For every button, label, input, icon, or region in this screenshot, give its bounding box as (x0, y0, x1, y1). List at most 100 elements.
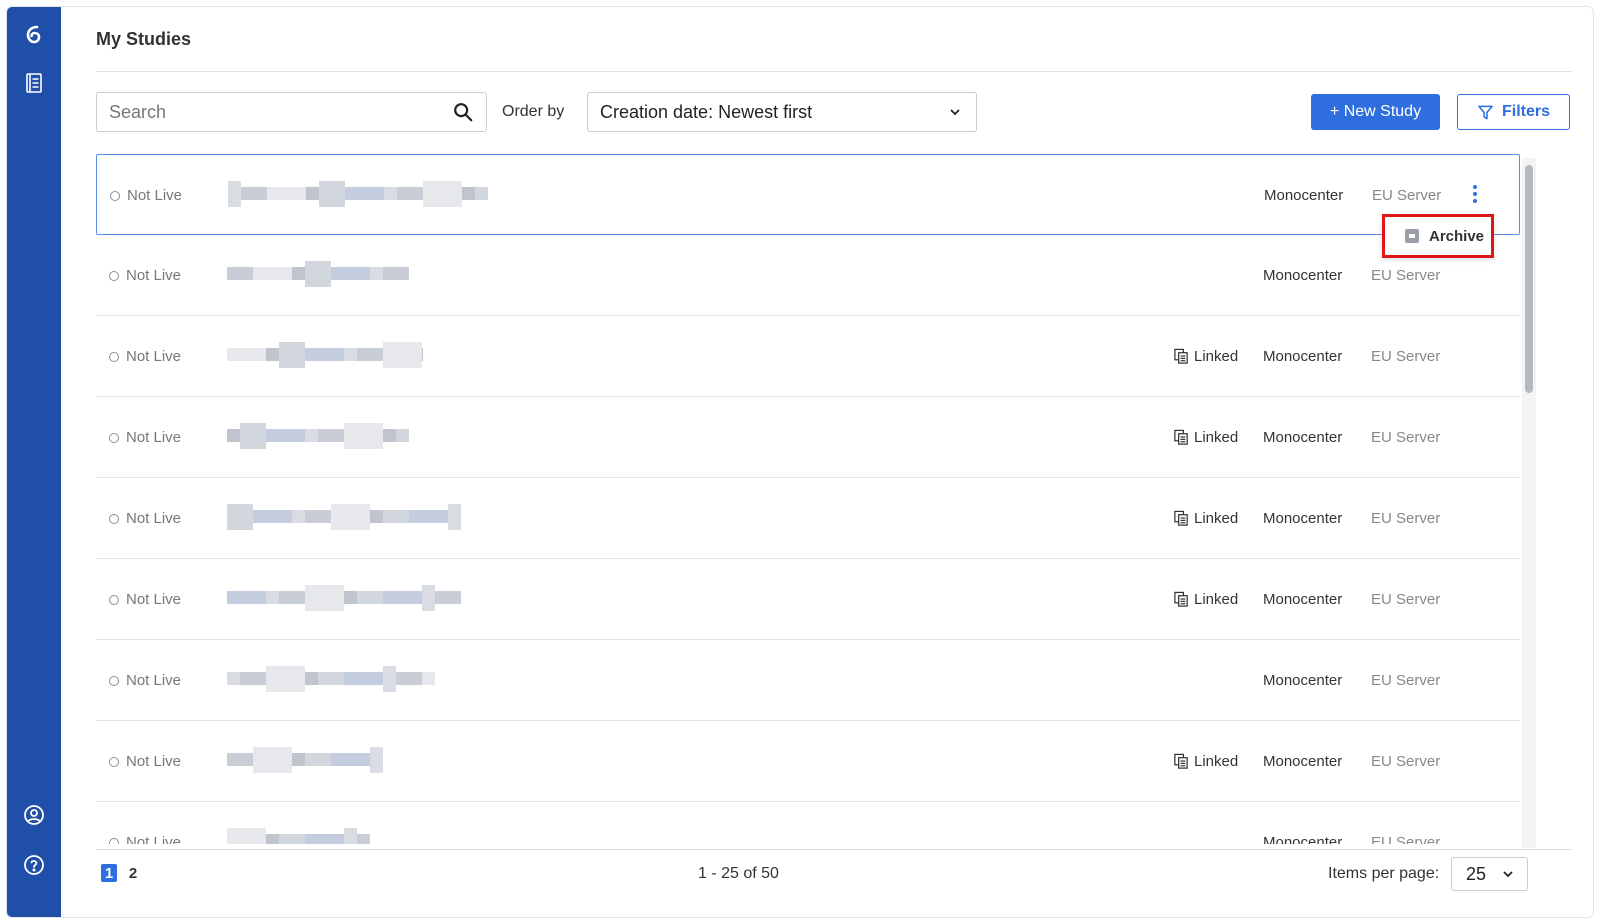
search-box[interactable] (96, 92, 487, 132)
linked-icon (1174, 429, 1188, 445)
user-circle-icon[interactable] (20, 801, 48, 829)
status-label: Not Live (109, 753, 181, 770)
table-row[interactable]: Not Live Linked Monocenter EU Server (96, 721, 1520, 802)
status-text: Not Live (126, 267, 182, 284)
linked-badge: Linked (1173, 348, 1238, 365)
study-name-redacted[interactable] (227, 423, 409, 451)
status-text: Not Live (126, 672, 182, 689)
sidebar (7, 7, 61, 917)
status-dot-icon (109, 513, 119, 524)
study-name-redacted[interactable] (227, 666, 435, 694)
server-label: EU Server (1371, 510, 1441, 527)
status-text: Not Live (126, 510, 182, 527)
page-button-2[interactable]: 2 (125, 864, 141, 882)
linked-badge: Linked (1173, 591, 1238, 608)
linked-icon (1174, 591, 1188, 607)
linked-text: Linked (1194, 591, 1239, 608)
status-text: Not Live (127, 187, 183, 204)
new-study-button[interactable]: + New Study (1311, 94, 1440, 130)
archive-menu-item[interactable]: Archive (1382, 214, 1494, 258)
table-row[interactable]: Not Live Linked Monocenter EU Server (96, 397, 1520, 478)
center-type: Monocenter (1264, 187, 1344, 204)
study-name-redacted[interactable] (228, 181, 488, 209)
items-per-page-label: Items per page: (1328, 865, 1440, 882)
status-text: Not Live (126, 348, 182, 365)
filters-label: Filters (1501, 103, 1550, 120)
help-icon[interactable] (20, 851, 48, 879)
page-button-1[interactable]: 1 (101, 864, 117, 882)
server-label: EU Server (1372, 187, 1442, 204)
center-type: Monocenter (1263, 267, 1343, 284)
status-dot-icon (109, 432, 119, 443)
status-dot-icon (109, 270, 119, 281)
chevron-down-icon (948, 105, 962, 119)
study-name-redacted[interactable] (227, 342, 423, 370)
server-label: EU Server (1371, 348, 1441, 365)
page-title: My Studies (96, 29, 192, 49)
study-list: Not Live Monocenter EU Server Not Live Monoc… (96, 154, 1520, 844)
server-label: EU Server (1371, 753, 1441, 770)
server-label: EU Server (1371, 591, 1441, 608)
notebook-icon[interactable] (20, 69, 48, 97)
center-type: Monocenter (1263, 834, 1343, 844)
linked-text: Linked (1194, 348, 1239, 365)
pagination-range: 1 - 25 of 50 (698, 865, 779, 882)
filters-button[interactable]: Filters (1457, 94, 1570, 130)
status-label: Not Live (109, 348, 181, 365)
status-label: Not Live (109, 510, 181, 527)
linked-text: Linked (1194, 510, 1239, 527)
status-text: Not Live (126, 834, 182, 844)
status-dot-icon (109, 837, 119, 844)
app-window: My Studies Order by Creation date: Newes… (6, 6, 1594, 918)
study-name-redacted[interactable] (227, 261, 409, 289)
center-type: Monocenter (1263, 429, 1343, 446)
linked-badge: Linked (1173, 429, 1238, 446)
study-name-redacted[interactable] (227, 828, 370, 844)
linked-icon (1174, 753, 1188, 769)
status-label: Not Live (110, 187, 182, 204)
study-name-redacted[interactable] (227, 504, 461, 532)
table-row[interactable]: Not Live Monocenter EU Server (96, 640, 1520, 721)
main-content: My Studies Order by Creation date: Newes… (96, 7, 1572, 917)
status-text: Not Live (126, 591, 182, 608)
status-label: Not Live (109, 834, 181, 844)
pager-divider (96, 849, 1572, 850)
filter-icon (1478, 105, 1493, 119)
scrollbar-thumb[interactable] (1525, 165, 1533, 393)
table-row[interactable]: Not Live Monocenter EU Server (96, 235, 1520, 316)
status-dot-icon (109, 594, 119, 605)
linked-icon (1174, 510, 1188, 526)
server-label: EU Server (1371, 834, 1441, 844)
order-by-value: Creation date: Newest first (600, 101, 813, 122)
study-name-redacted[interactable] (227, 747, 383, 775)
chevron-down-icon (1501, 867, 1515, 881)
table-row[interactable]: Not Live Linked Monocenter EU Server (96, 559, 1520, 640)
search-input[interactable] (109, 101, 452, 123)
logo-icon[interactable] (20, 21, 48, 49)
center-type: Monocenter (1263, 672, 1343, 689)
items-per-page-value: 25 (1466, 863, 1487, 884)
center-type: Monocenter (1263, 753, 1343, 770)
order-by-select[interactable]: Creation date: Newest first (587, 92, 977, 132)
status-label: Not Live (109, 267, 181, 284)
more-options-icon[interactable] (1464, 181, 1486, 207)
status-dot-icon (109, 756, 119, 767)
items-per-page-select[interactable]: 25 (1451, 857, 1528, 891)
table-row[interactable]: Not Live Linked Monocenter EU Server (96, 316, 1520, 397)
server-label: EU Server (1371, 429, 1441, 446)
status-dot-icon (109, 675, 119, 686)
table-row[interactable]: Not Live Monocenter EU Server (96, 802, 1520, 844)
status-dot-icon (109, 351, 119, 362)
order-by-label: Order by (502, 103, 565, 120)
table-row[interactable]: Not Live Monocenter EU Server (96, 154, 1520, 235)
linked-badge: Linked (1173, 510, 1238, 527)
study-name-redacted[interactable] (227, 585, 461, 613)
status-text: Not Live (126, 753, 182, 770)
linked-text: Linked (1194, 753, 1239, 770)
title-divider (96, 71, 1572, 72)
search-icon[interactable] (452, 101, 474, 123)
status-label: Not Live (109, 672, 181, 689)
linked-text: Linked (1194, 429, 1239, 446)
table-row[interactable]: Not Live Linked Monocenter EU Server (96, 478, 1520, 559)
status-label: Not Live (109, 429, 181, 446)
